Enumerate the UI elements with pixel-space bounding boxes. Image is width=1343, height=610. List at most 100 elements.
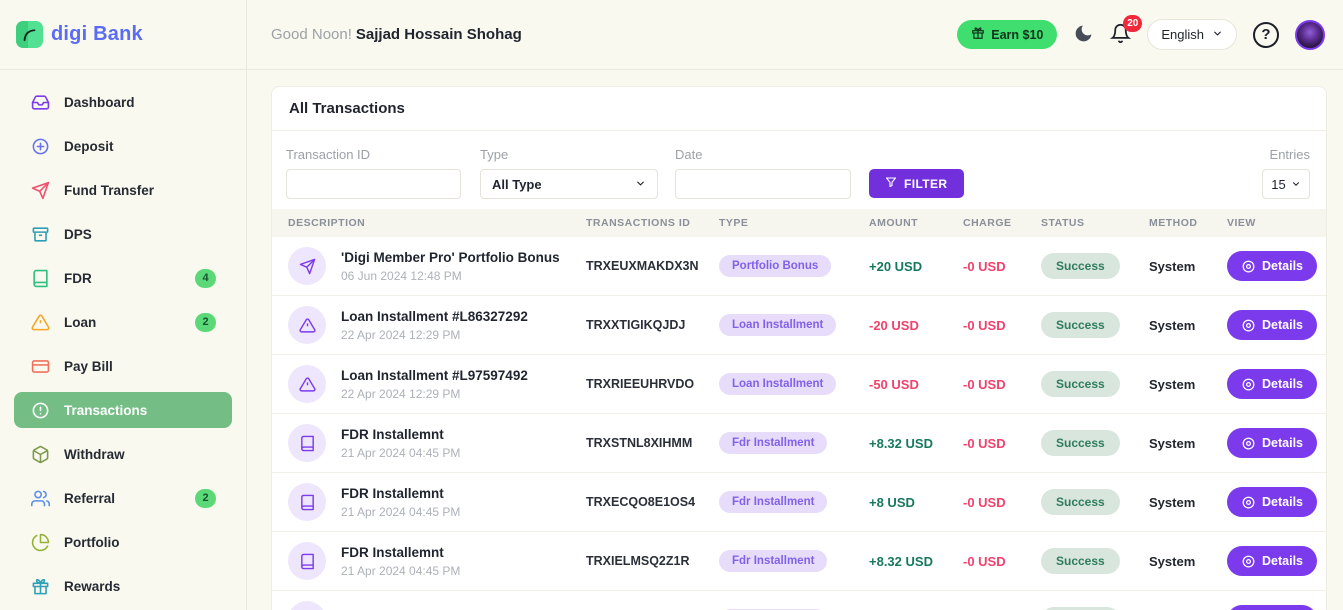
details-label: Details bbox=[1262, 495, 1303, 509]
details-button[interactable]: Details bbox=[1227, 487, 1317, 517]
method-value: System bbox=[1149, 259, 1227, 274]
transaction-id: TRXIELMSQ2Z1R bbox=[586, 554, 719, 568]
language-select[interactable]: English bbox=[1147, 19, 1237, 50]
details-button[interactable]: Details bbox=[1227, 310, 1317, 340]
view-cell: Details bbox=[1227, 546, 1326, 576]
details-label: Details bbox=[1262, 377, 1303, 391]
details-button[interactable]: Details bbox=[1227, 428, 1317, 458]
sidebar-item-dashboard[interactable]: Dashboard bbox=[14, 84, 232, 120]
chevron-down-icon bbox=[1212, 27, 1223, 42]
transaction-title: FDR Installemnt bbox=[341, 426, 460, 444]
sidebar-item-label: Dashboard bbox=[64, 95, 135, 110]
table-row: FDR Installemnt21 Apr 2024 04:45 PMTRXEC… bbox=[272, 473, 1326, 532]
table-row: FDR Installemnt21 Apr 2024 04:45 PMTRXIE… bbox=[272, 532, 1326, 591]
eye-icon bbox=[1241, 495, 1256, 510]
send-icon bbox=[288, 247, 326, 285]
gift-icon bbox=[30, 576, 50, 596]
amount-value: -20 USD bbox=[869, 318, 963, 333]
entries-select[interactable]: 15 bbox=[1262, 169, 1310, 199]
brand-name: digi Bank bbox=[51, 23, 143, 46]
details-button[interactable]: Details bbox=[1227, 369, 1317, 399]
transaction-id-label: Transaction ID bbox=[286, 147, 461, 162]
transaction-id: TRXECQO8E1OS4 bbox=[586, 495, 719, 509]
user-avatar[interactable] bbox=[1295, 20, 1325, 50]
notification-count-badge: 20 bbox=[1123, 15, 1142, 32]
column-header: DESCRIPTION bbox=[288, 217, 586, 229]
eye-icon bbox=[1241, 554, 1256, 569]
archive-box-icon bbox=[30, 224, 50, 244]
details-button[interactable]: Details bbox=[1227, 605, 1317, 610]
sidebar-item-referral[interactable]: Referral2 bbox=[14, 480, 232, 516]
view-cell: Details bbox=[1227, 310, 1326, 340]
sidebar-item-label: Rewards bbox=[64, 579, 120, 594]
dark-mode-toggle[interactable] bbox=[1073, 23, 1094, 47]
eye-icon bbox=[1241, 259, 1256, 274]
transaction-id-group: Transaction ID bbox=[286, 147, 461, 199]
description-cell: FDR Installemnt21 Apr 2024 04:45 PM bbox=[288, 542, 586, 580]
description-text: Loan Installment #L97597492 22 Apr 2024 1… bbox=[341, 367, 528, 401]
view-cell: Details bbox=[1227, 605, 1326, 610]
sidebar-item-label: Portfolio bbox=[64, 535, 120, 550]
details-button[interactable]: Details bbox=[1227, 251, 1317, 281]
transaction-date: 06 Jun 2024 12:48 PM bbox=[341, 269, 560, 283]
status-cell: Success bbox=[1041, 548, 1149, 574]
alert-triangle-icon bbox=[288, 365, 326, 403]
transaction-id-input[interactable] bbox=[286, 169, 461, 199]
filter-button[interactable]: FILTER bbox=[869, 169, 964, 198]
method-value: System bbox=[1149, 495, 1227, 510]
sidebar-item-label: Loan bbox=[64, 315, 96, 330]
sidebar-item-dps[interactable]: DPS bbox=[14, 216, 232, 252]
description-cell: Loan Installment #L8632729222 Apr 2024 1… bbox=[288, 306, 586, 344]
help-button[interactable]: ? bbox=[1253, 22, 1279, 48]
type-badge: Loan Installment bbox=[719, 373, 836, 395]
transaction-title: Loan Installment #L86327292 bbox=[341, 308, 528, 326]
transaction-date: 21 Apr 2024 04:45 PM bbox=[341, 446, 460, 460]
description-cell: 'Digi Member Pro' Portfolio Bonus06 Jun … bbox=[288, 247, 586, 285]
method-value: System bbox=[1149, 377, 1227, 392]
sidebar-item-withdraw[interactable]: Withdraw bbox=[14, 436, 232, 472]
sidebar-item-transactions[interactable]: Transactions bbox=[14, 392, 232, 428]
brand-logo[interactable]: digi Bank bbox=[0, 0, 246, 70]
entries-group: Entries 15 bbox=[1262, 147, 1310, 199]
transaction-title: Loan Installment #L97597492 bbox=[341, 367, 528, 385]
table-body: 'Digi Member Pro' Portfolio Bonus06 Jun … bbox=[272, 237, 1326, 610]
alert-triangle-icon bbox=[30, 312, 50, 332]
notifications-button[interactable]: 20 bbox=[1110, 23, 1131, 47]
sidebar-item-fdr[interactable]: FDR4 bbox=[14, 260, 232, 296]
status-cell: Success bbox=[1041, 489, 1149, 515]
details-button[interactable]: Details bbox=[1227, 546, 1317, 576]
sidebar-item-label: Transactions bbox=[64, 403, 147, 418]
sidebar-item-label: DPS bbox=[64, 227, 92, 242]
status-cell: Success bbox=[1041, 312, 1149, 338]
chevron-down-icon bbox=[635, 177, 646, 192]
sidebar-item-loan[interactable]: Loan2 bbox=[14, 304, 232, 340]
status-cell: Success bbox=[1041, 253, 1149, 279]
page-title: All Transactions bbox=[272, 87, 1326, 131]
column-header: VIEW bbox=[1227, 217, 1326, 229]
alert-circle-icon bbox=[30, 400, 50, 420]
sidebar-item-rewards[interactable]: Rewards bbox=[14, 568, 232, 604]
sidebar-item-fund-transfer[interactable]: Fund Transfer bbox=[14, 172, 232, 208]
status-cell: Success bbox=[1041, 430, 1149, 456]
sidebar-item-portfolio[interactable]: Portfolio bbox=[14, 524, 232, 560]
greeting: Good Noon!Sajjad Hossain Shohag bbox=[271, 26, 522, 43]
earn-button[interactable]: Earn $10 bbox=[957, 20, 1057, 49]
view-cell: Details bbox=[1227, 428, 1326, 458]
type-badge: Portfolio Bonus bbox=[719, 255, 831, 277]
book-icon bbox=[288, 483, 326, 521]
status-badge: Success bbox=[1041, 430, 1120, 456]
sidebar-item-deposit[interactable]: Deposit bbox=[14, 128, 232, 164]
description-cell: Loan Installment #L97597492 22 Apr 2024 1… bbox=[288, 365, 586, 403]
amount-value: +8 USD bbox=[869, 495, 963, 510]
sidebar-item-pay-bill[interactable]: Pay Bill bbox=[14, 348, 232, 384]
sidebar-item-label: FDR bbox=[64, 271, 92, 286]
amount-value: +8.32 USD bbox=[869, 436, 963, 451]
table-row: Loan Installment #L8632729222 Apr 2024 1… bbox=[272, 296, 1326, 355]
date-input[interactable] bbox=[675, 169, 851, 199]
transaction-date: 22 Apr 2024 12:29 PM bbox=[341, 387, 528, 401]
charge-value: -0 USD bbox=[963, 318, 1041, 333]
book-icon bbox=[288, 601, 326, 610]
type-cell: Fdr Installment bbox=[719, 491, 869, 513]
type-select[interactable]: All Type bbox=[480, 169, 658, 199]
transaction-id: TRXEUXMAKDX3N bbox=[586, 259, 719, 273]
